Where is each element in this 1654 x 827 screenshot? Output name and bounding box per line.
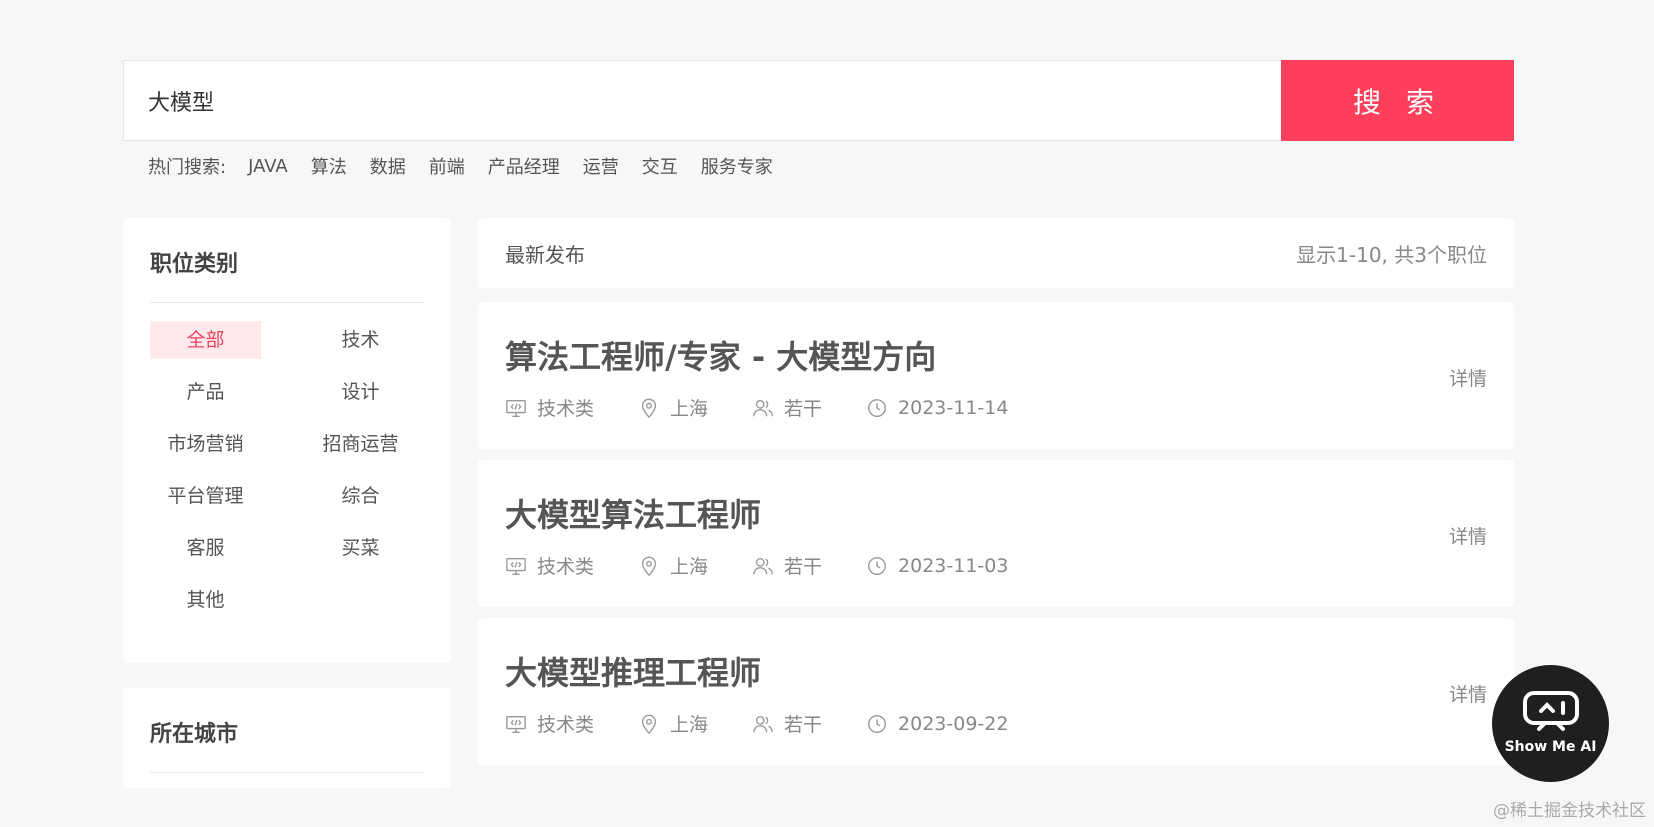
hot-search-label: 热门搜索: xyxy=(148,157,227,178)
divider xyxy=(150,772,424,773)
watermark: @稀土掘金技术社区 xyxy=(1493,801,1646,821)
job-date-text: 2023-11-14 xyxy=(898,396,1009,419)
location-pin-icon xyxy=(641,714,657,734)
category-panel: 职位类别 全部 技术 产品 设计 市场营销 招商运营 平台管理 综合 客服 买菜… xyxy=(123,218,451,663)
code-monitor-icon xyxy=(506,715,526,733)
job-detail-link[interactable]: 详情 xyxy=(1449,680,1487,707)
category-title: 职位类别 xyxy=(150,252,239,277)
hot-search-item[interactable]: 前端 xyxy=(429,153,465,179)
job-card[interactable]: 大模型推理工程师 技术类 上海 若干 2023-09-22 详情 xyxy=(478,618,1514,765)
job-meta: 技术类 上海 若干 2023-09-22 xyxy=(505,710,1052,737)
job-headcount-text: 若干 xyxy=(784,398,823,420)
job-date-text: 2023-09-22 xyxy=(898,712,1009,735)
hot-search-item[interactable]: 交互 xyxy=(642,153,678,179)
job-date: 2023-09-22 xyxy=(866,713,1008,735)
category-item[interactable]: 其他 xyxy=(150,581,261,619)
search-box: 搜 索 xyxy=(123,60,1514,141)
category-item[interactable]: 设计 xyxy=(305,373,416,411)
job-headcount: 若干 xyxy=(752,394,822,421)
hot-search-item[interactable]: 产品经理 xyxy=(488,153,560,179)
category-item[interactable]: 技术 xyxy=(305,321,416,359)
category-item-all[interactable]: 全部 xyxy=(150,321,261,359)
code-monitor-icon xyxy=(506,557,526,575)
job-meta: 技术类 上海 若干 2023-11-14 xyxy=(505,394,1052,421)
clock-icon xyxy=(868,398,886,417)
job-location: 上海 xyxy=(638,394,708,421)
ai-assistant-badge[interactable]: Show Me AI xyxy=(1492,665,1609,782)
people-icon xyxy=(753,399,773,416)
job-category: 技术类 xyxy=(505,552,594,579)
hot-search-item[interactable]: 服务专家 xyxy=(701,153,773,179)
people-icon xyxy=(753,557,773,574)
job-headcount: 若干 xyxy=(752,710,822,737)
job-location-text: 上海 xyxy=(670,714,709,736)
category-item[interactable]: 市场营销 xyxy=(150,425,261,463)
category-grid: 全部 技术 产品 设计 市场营销 招商运营 平台管理 综合 客服 买菜 其他 xyxy=(150,321,424,619)
category-item[interactable]: 招商运营 xyxy=(305,425,416,463)
category-item[interactable]: 客服 xyxy=(150,529,261,567)
clock-icon xyxy=(868,556,886,575)
hot-search-item[interactable]: 数据 xyxy=(370,153,406,179)
hot-search-item[interactable]: 运营 xyxy=(583,153,619,179)
job-category-text: 技术类 xyxy=(537,398,595,420)
job-date: 2023-11-14 xyxy=(866,397,1008,419)
job-location-text: 上海 xyxy=(670,398,709,420)
hot-search-item[interactable]: JAVA xyxy=(248,156,288,177)
list-header: 最新发布 显示1-10, 共3个职位 xyxy=(478,218,1514,288)
job-location: 上海 xyxy=(638,552,708,579)
hot-search-item[interactable]: 算法 xyxy=(311,153,347,179)
sort-latest[interactable]: 最新发布 xyxy=(505,239,585,268)
city-panel: 所在城市 xyxy=(123,688,451,788)
category-item[interactable]: 产品 xyxy=(150,373,261,411)
robot-face-icon xyxy=(1522,690,1579,731)
category-item[interactable]: 综合 xyxy=(305,477,416,515)
search-input[interactable] xyxy=(124,61,1281,140)
category-item[interactable]: 买菜 xyxy=(305,529,416,567)
job-category-text: 技术类 xyxy=(537,556,595,578)
ai-badge-label: Show Me AI xyxy=(1504,738,1597,755)
job-card[interactable]: 算法工程师/专家 - 大模型方向 技术类 上海 若干 2023-11-14 详情 xyxy=(478,302,1514,449)
hot-search-bar: 热门搜索: JAVA 算法 数据 前端 产品经理 运营 交互 服务专家 xyxy=(148,152,796,180)
job-date-text: 2023-11-03 xyxy=(898,554,1009,577)
job-detail-link[interactable]: 详情 xyxy=(1449,522,1487,549)
job-meta: 技术类 上海 若干 2023-11-03 xyxy=(505,552,1052,579)
search-button[interactable]: 搜 索 xyxy=(1281,60,1514,141)
job-category: 技术类 xyxy=(505,394,594,421)
job-category-text: 技术类 xyxy=(537,714,595,736)
job-location-text: 上海 xyxy=(670,556,709,578)
job-title[interactable]: 大模型推理工程师 xyxy=(505,648,761,694)
job-category: 技术类 xyxy=(505,710,594,737)
clock-icon xyxy=(868,714,886,733)
location-pin-icon xyxy=(641,556,657,576)
job-headcount-text: 若干 xyxy=(784,714,823,736)
job-title[interactable]: 大模型算法工程师 xyxy=(505,490,761,536)
result-count: 显示1-10, 共3个职位 xyxy=(1296,242,1487,267)
divider xyxy=(150,302,424,303)
job-detail-link[interactable]: 详情 xyxy=(1449,364,1487,391)
location-pin-icon xyxy=(641,398,657,418)
people-icon xyxy=(753,715,773,732)
category-item[interactable]: 平台管理 xyxy=(150,477,261,515)
job-date: 2023-11-03 xyxy=(866,555,1008,577)
job-location: 上海 xyxy=(638,710,708,737)
job-headcount: 若干 xyxy=(752,552,822,579)
city-title: 所在城市 xyxy=(150,722,239,747)
code-monitor-icon xyxy=(506,399,526,417)
job-card[interactable]: 大模型算法工程师 技术类 上海 若干 2023-11-03 详情 xyxy=(478,460,1514,607)
job-title[interactable]: 算法工程师/专家 - 大模型方向 xyxy=(505,332,936,378)
job-headcount-text: 若干 xyxy=(784,556,823,578)
